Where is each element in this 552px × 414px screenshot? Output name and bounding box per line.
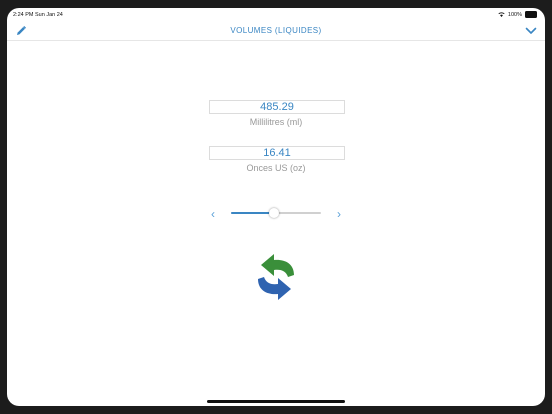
top-unit-label: Millilitres (ml) <box>249 117 303 127</box>
app-screen: 2:24 PM Sun Jan 24 100% VOLUMES (LIQUIDE… <box>7 8 545 406</box>
page-title: VOLUMES (LIQUIDES) <box>230 26 322 35</box>
device-frame: 2:24 PM Sun Jan 24 100% VOLUMES (LIQUIDE… <box>0 0 552 414</box>
battery-icon <box>525 11 537 18</box>
chevron-down-icon[interactable] <box>525 26 537 36</box>
wifi-icon <box>498 12 505 17</box>
nav-bar: VOLUMES (LIQUIDES) <box>7 22 545 41</box>
slider-thumb[interactable] <box>269 208 280 218</box>
chevron-left-icon[interactable]: ‹ <box>211 207 215 221</box>
battery-percent: 100% <box>507 11 522 18</box>
bottom-unit-label: Onces US (oz) <box>246 163 306 173</box>
slider-fill <box>231 212 275 214</box>
swap-units-button[interactable] <box>250 253 302 301</box>
swap-arrows-icon <box>258 254 294 300</box>
status-bar: 2:24 PM Sun Jan 24 100% <box>7 8 545 22</box>
home-indicator <box>207 400 345 403</box>
status-date: Sun Jan 24 <box>35 12 63 18</box>
top-value-field[interactable]: 485.29 <box>209 100 345 114</box>
bottom-value-field[interactable]: 16.41 <box>209 146 345 160</box>
slider-track[interactable] <box>231 208 321 218</box>
precision-slider-row: ‹ › <box>211 206 341 221</box>
chevron-right-icon[interactable]: › <box>337 207 341 221</box>
status-time: 2:24 PM <box>13 12 34 18</box>
status-right: 100% <box>498 11 537 18</box>
